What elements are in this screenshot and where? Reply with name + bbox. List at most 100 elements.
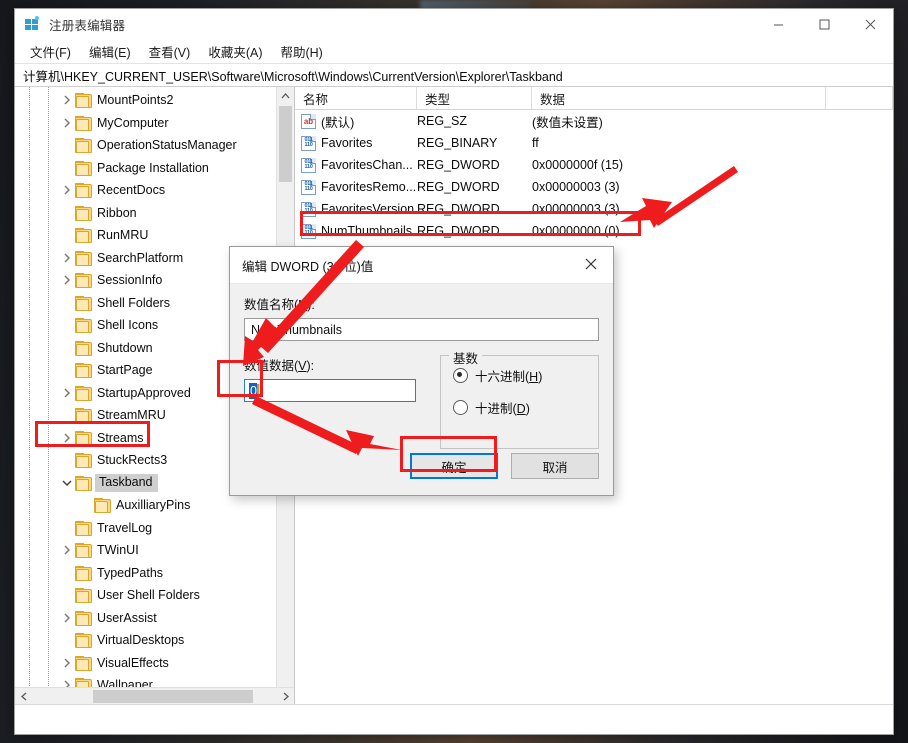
scroll-up-icon[interactable] [277,87,294,104]
ok-button[interactable]: 确定 [410,453,498,479]
tree-horizontal-scrollbar[interactable] [15,687,294,705]
table-row[interactable]: 011110FavoritesVersionREG_DWORD0x0000000… [295,198,893,220]
tree-item-label: Taskband [95,474,158,492]
chevron-none [59,134,75,156]
value-data-label: 数值数据(V): [244,355,416,374]
chevron-right-icon[interactable] [59,607,75,629]
chevron-none [59,584,75,606]
value-name-label-key: N [298,298,307,312]
menu-item-favorites[interactable]: 收藏夹(A) [199,39,271,64]
tree-item-visualeffects[interactable]: VisualEffects [15,652,277,675]
address-bar[interactable]: 计算机\HKEY_CURRENT_USER\Software\Microsoft… [15,63,893,87]
tree-item-mountpoints2[interactable]: MountPoints2 [15,89,277,112]
tree-item-virtualdesktops[interactable]: VirtualDesktops [15,629,277,652]
binary-value-icon: 011110 [301,136,316,151]
folder-icon [75,476,91,490]
tree-item-userassist[interactable]: UserAssist [15,607,277,630]
table-row[interactable]: 011110FavoritesRemo...REG_DWORD0x0000000… [295,176,893,198]
table-row[interactable]: 011110NumThumbnailsREG_DWORD0x00000000 (… [295,220,893,242]
tree-item-travellog[interactable]: TravelLog [15,517,277,540]
chevron-right-icon[interactable] [59,382,75,404]
value-data-column: 数值数据(V): 0 [244,355,416,449]
scroll-left-icon[interactable] [15,688,32,705]
minimize-icon[interactable] [755,9,801,39]
chevron-none [59,629,75,651]
tree-item-label: VisualEffects [97,657,169,670]
value-data-text: 0 [249,383,257,399]
chevron-right-icon[interactable] [59,539,75,561]
folder-icon [75,453,91,467]
text-caret [257,384,259,397]
tree-item-label: Streams [97,432,144,445]
string-value-icon: ab [301,114,316,129]
chevron-none [59,337,75,359]
value-name-input[interactable]: NumThumbnails [244,318,599,341]
chevron-none [59,449,75,471]
tree-hscroll-thumb[interactable] [93,690,253,703]
tree-item-recentdocs[interactable]: RecentDocs [15,179,277,202]
chevron-none [59,157,75,179]
tree-item-label: StartPage [97,364,153,377]
column-header-filler [826,87,893,109]
cancel-button[interactable]: 取消 [511,453,599,479]
folder-icon [75,318,91,332]
folder-icon [75,431,91,445]
close-icon[interactable] [847,9,893,39]
folder-icon [94,498,110,512]
value-data-cell: 0x0000000f (15) [532,158,826,172]
chevron-right-icon[interactable] [59,427,75,449]
tree-scroll-thumb[interactable] [279,106,292,182]
column-header-type[interactable]: 类型 [417,87,532,109]
close-icon[interactable] [569,247,613,281]
table-row[interactable]: 011110FavoritesREG_BINARYff [295,132,893,154]
menu-item-file[interactable]: 文件(F) [21,39,80,64]
chevron-right-icon[interactable] [59,112,75,134]
value-name-cell: 011110FavoritesVersion [295,202,417,217]
table-row[interactable]: 011110FavoritesChan...REG_DWORD0x0000000… [295,154,893,176]
chevron-right-icon[interactable] [59,89,75,111]
value-type-cell: REG_SZ [417,114,532,128]
value-data-label-pre: 数值数据( [244,359,298,373]
value-type-cell: REG_DWORD [417,180,532,194]
tree-item-package-installation[interactable]: Package Installation [15,157,277,180]
menu-item-help[interactable]: 帮助(H) [271,39,331,64]
chevron-right-icon[interactable] [59,269,75,291]
column-header-name[interactable]: 名称 [295,87,417,109]
folder-icon [75,521,91,535]
tree-item-runmru[interactable]: RunMRU [15,224,277,247]
dialog-title: 编辑 DWORD (32 位)值 [242,256,373,275]
value-data-input[interactable]: 0 [244,379,416,402]
chevron-right-icon[interactable] [59,652,75,674]
window-title: 注册表编辑器 [49,15,125,34]
values-list[interactable]: ab(默认)REG_SZ(数值未设置)011110FavoritesREG_BI… [295,110,893,242]
tree-item-mycomputer[interactable]: MyComputer [15,112,277,135]
tree-item-typedpaths[interactable]: TypedPaths [15,562,277,585]
chevron-right-icon[interactable] [59,179,75,201]
folder-icon [75,633,91,647]
tree-item-operationstatusmanager[interactable]: OperationStatusManager [15,134,277,157]
menu-item-view[interactable]: 查看(V) [140,39,200,64]
maximize-icon[interactable] [801,9,847,39]
menu-bar: 文件(F) 编辑(E) 查看(V) 收藏夹(A) 帮助(H) [15,39,893,63]
tree-item-label: MyComputer [97,117,169,130]
folder-icon [75,543,91,557]
tree-item-user-shell-folders[interactable]: User Shell Folders [15,584,277,607]
column-header-data[interactable]: 数据 [532,87,826,109]
menu-item-edit[interactable]: 编辑(E) [80,39,140,64]
radio-hexadecimal[interactable]: 十六进制(H) [453,366,588,385]
folder-icon [75,116,91,130]
scroll-right-icon[interactable] [277,688,294,705]
radio-decimal[interactable]: 十进制(D) [453,398,588,417]
chevron-right-icon[interactable] [59,247,75,269]
tree-item-ribbon[interactable]: Ribbon [15,202,277,225]
chevron-down-icon[interactable] [59,472,75,494]
value-name-label-post: ): [307,298,315,312]
folder-icon [75,183,91,197]
tree-item-label: SearchPlatform [97,252,183,265]
chevron-none [59,292,75,314]
tree-item-twinui[interactable]: TWinUI [15,539,277,562]
dialog-buttons: 确定 取消 [410,453,599,479]
table-row[interactable]: ab(默认)REG_SZ(数值未设置) [295,110,893,132]
folder-icon [75,251,91,265]
tree-item-auxilliarypins[interactable]: AuxilliaryPins [15,494,277,517]
